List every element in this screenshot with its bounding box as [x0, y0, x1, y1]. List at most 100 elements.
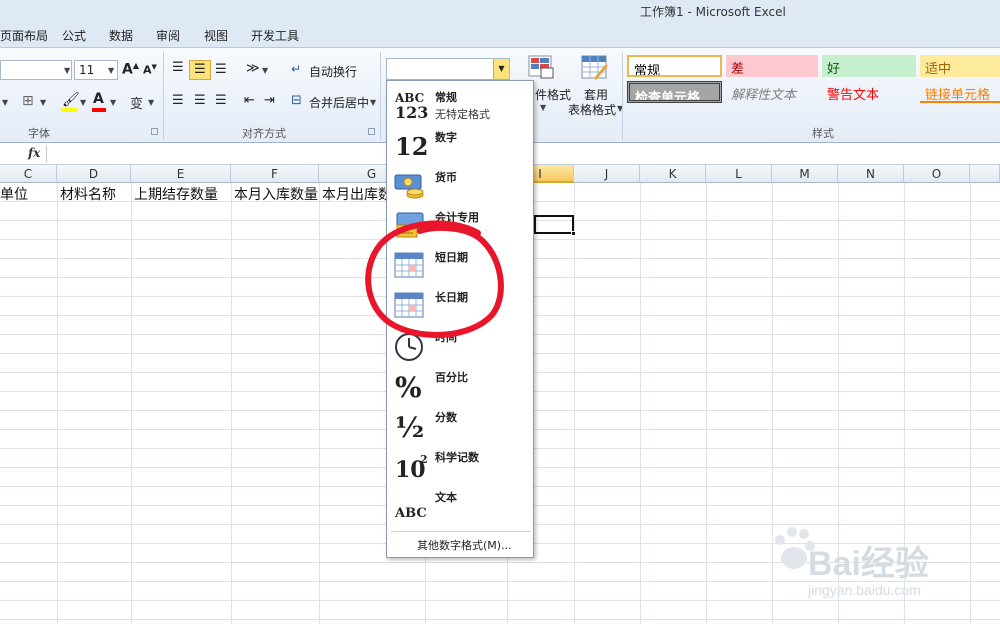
tab-data[interactable]: 数据	[109, 27, 133, 44]
merge-center-button[interactable]: 合并后居中	[309, 94, 369, 111]
grid-line	[0, 619, 1000, 620]
cell-e1[interactable]: 上期结存数量	[134, 184, 218, 204]
number-format-combobox[interactable]	[386, 58, 510, 80]
menu-item-label: 数字	[435, 131, 457, 144]
font-size-dropdown-icon[interactable]: ▼	[108, 66, 114, 75]
grid-line	[131, 183, 132, 624]
font-name-dropdown-icon[interactable]: ▼	[64, 66, 70, 75]
fill-color-swatch	[61, 108, 77, 112]
column-header-k[interactable]: K	[640, 165, 706, 183]
column-header-m[interactable]: M	[772, 165, 838, 183]
align-middle-button[interactable]: ☰	[189, 60, 211, 80]
phonetic-icon[interactable]: 变	[130, 93, 143, 112]
menu-item-text[interactable]: ABC 文本	[387, 485, 533, 525]
align-center-icon[interactable]: ☰	[194, 93, 206, 108]
format-as-table-label-2[interactable]: 表格格式	[568, 101, 616, 118]
column-header-o[interactable]: O	[904, 165, 970, 183]
underline-dropdown-icon[interactable]: ▼	[2, 98, 8, 107]
menu-item-general[interactable]: ABC 123 常规 无特定格式	[387, 85, 533, 125]
fx-icon[interactable]: fx	[28, 146, 40, 160]
svg-text:123: 123	[395, 103, 428, 121]
window-title: 工作簿1 - Microsoft Excel	[640, 5, 786, 19]
fraction-icon: ½	[395, 411, 424, 441]
column-header-p[interactable]	[970, 165, 1000, 183]
column-header-c[interactable]: C	[0, 165, 57, 183]
style-bad[interactable]: 差	[726, 55, 818, 77]
tab-developer[interactable]: 开发工具	[251, 27, 299, 44]
alignment-dialog-launcher[interactable]	[368, 128, 375, 135]
menu-item-number[interactable]: 12 数字	[387, 125, 533, 165]
percent-icon: %	[395, 371, 422, 401]
column-header-e[interactable]: E	[131, 165, 231, 183]
conditional-format-button[interactable]: 件格式	[535, 86, 571, 103]
decrease-indent-icon[interactable]: ⇤	[244, 93, 255, 108]
column-header-d[interactable]: D	[57, 165, 131, 183]
column-header-l[interactable]: L	[706, 165, 772, 183]
orientation-icon[interactable]: ≫	[246, 61, 260, 76]
font-color-icon[interactable]: A	[93, 91, 104, 107]
align-top-icon[interactable]: ☰	[172, 60, 184, 75]
style-explanatory[interactable]: 解释性文本	[726, 81, 818, 103]
font-size-value: 11	[79, 63, 95, 77]
font-group-label: 字体	[28, 127, 50, 140]
font-name-combobox[interactable]	[0, 60, 72, 80]
menu-item-scientific[interactable]: 10 2 科学记数	[387, 445, 533, 485]
menu-item-fraction[interactable]: ½ 分数	[387, 405, 533, 445]
menu-item-currency[interactable]: 货币	[387, 165, 533, 205]
fill-color-dropdown-icon[interactable]: ▼	[80, 98, 86, 107]
cell-c1[interactable]: 单位	[0, 184, 28, 204]
conditional-format-dropdown-icon[interactable]: ▼	[540, 103, 546, 112]
fill-color-icon[interactable]: 🖌	[62, 92, 80, 108]
merge-dropdown-icon[interactable]: ▼	[370, 98, 376, 107]
increase-indent-icon[interactable]: ⇥	[264, 93, 275, 108]
menu-item-label: 文本	[435, 491, 457, 504]
tab-view[interactable]: 视图	[204, 27, 228, 44]
tab-page-layout[interactable]: 页面布局	[0, 27, 48, 44]
style-good[interactable]: 好	[822, 55, 916, 77]
style-normal[interactable]: 常规	[627, 55, 722, 77]
group-separator	[380, 52, 381, 140]
align-left-icon[interactable]: ☰	[172, 93, 184, 108]
watermark-url: jingyan.baidu.com	[808, 582, 921, 598]
cell-f1[interactable]: 本月入库数量	[234, 184, 318, 204]
more-number-formats-link[interactable]: 其他数字格式(M)...	[417, 537, 512, 553]
wrap-text-button[interactable]: 自动换行	[309, 63, 357, 80]
style-check-cell[interactable]: 检查单元格	[627, 81, 722, 103]
orientation-dropdown-icon[interactable]: ▼	[262, 66, 268, 75]
style-neutral[interactable]: 适中	[920, 55, 1000, 77]
general-abc123-icon: ABC 123	[394, 91, 428, 121]
number-format-dropdown-button[interactable]: ▼	[493, 59, 509, 79]
grid-line	[706, 183, 707, 624]
title-bar: 工作簿1 - Microsoft Excel	[0, 0, 1000, 22]
phonetic-dropdown-icon[interactable]: ▼	[148, 98, 154, 107]
active-cell-selection[interactable]	[534, 215, 574, 234]
column-header-n[interactable]: N	[838, 165, 904, 183]
styles-group-label: 样式	[812, 127, 834, 140]
style-warning[interactable]: 警告文本	[822, 81, 916, 103]
menu-item-percentage[interactable]: % 百分比	[387, 365, 533, 405]
wrap-text-icon[interactable]: ↵	[291, 62, 301, 76]
font-dialog-launcher[interactable]	[151, 128, 158, 135]
tab-review[interactable]: 审阅	[156, 27, 180, 44]
format-as-table-icon[interactable]	[580, 52, 610, 82]
tab-formulas[interactable]: 公式	[62, 27, 86, 44]
grid-line	[640, 183, 641, 624]
column-header-f[interactable]: F	[231, 165, 319, 183]
svg-text:ABC: ABC	[394, 506, 427, 521]
fill-handle[interactable]	[571, 231, 576, 236]
align-bottom-icon[interactable]: ☰	[215, 62, 227, 77]
font-color-dropdown-icon[interactable]: ▼	[110, 98, 116, 107]
border-dropdown-icon[interactable]: ▼	[40, 98, 46, 107]
group-separator	[622, 52, 623, 140]
ribbon-tabs: 页面布局 公式 数据 审阅 视图 开发工具	[0, 22, 1000, 47]
cell-g1[interactable]: 本月出库数	[322, 184, 392, 204]
align-right-icon[interactable]: ☰	[215, 93, 227, 108]
merge-center-icon[interactable]: ⊟	[291, 93, 302, 108]
shrink-font-icon[interactable]: A▼	[143, 63, 157, 77]
column-header-j[interactable]: J	[574, 165, 640, 183]
style-linked-cell[interactable]: 链接单元格	[920, 81, 1000, 103]
conditional-format-icon[interactable]	[527, 52, 557, 82]
cell-d1[interactable]: 材料名称	[60, 184, 116, 204]
border-icon[interactable]: ⊞	[22, 93, 34, 109]
grow-font-icon[interactable]: A▲	[122, 61, 139, 78]
